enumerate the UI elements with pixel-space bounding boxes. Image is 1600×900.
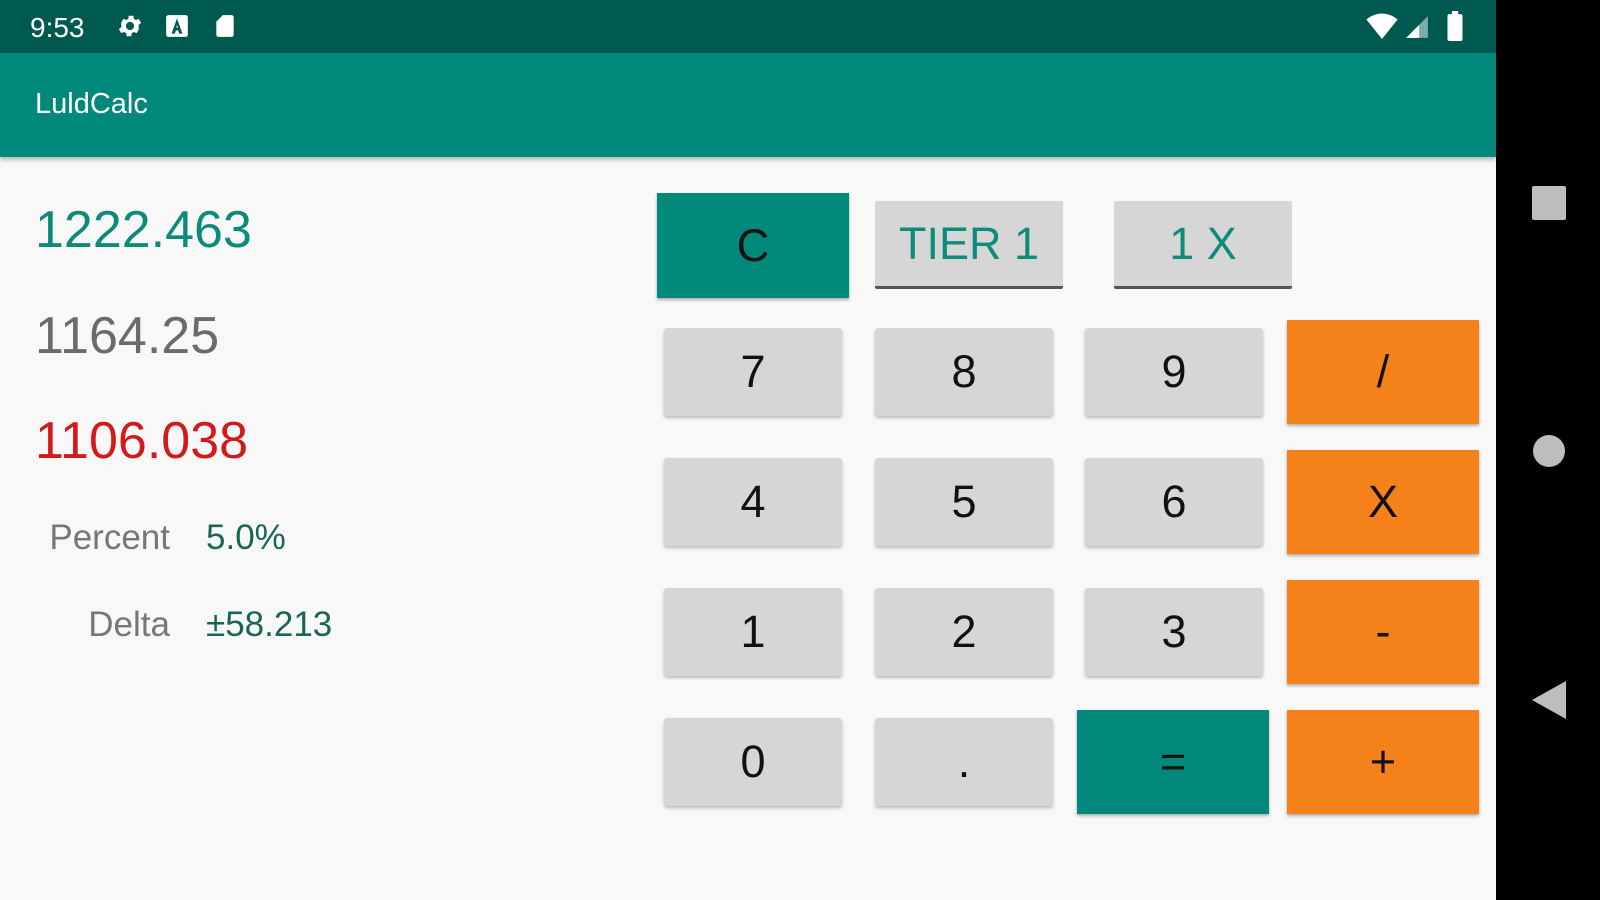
- gear-icon: [116, 12, 144, 45]
- a-badge-icon: [164, 12, 190, 45]
- decimal-point-button[interactable]: .: [875, 718, 1053, 806]
- key-6[interactable]: 6: [1085, 458, 1263, 546]
- key-0[interactable]: 0: [664, 718, 842, 806]
- battery-icon: [1446, 11, 1464, 46]
- status-bar: 9:53: [0, 0, 1496, 53]
- percent-value: 5.0%: [206, 518, 286, 557]
- tier-button[interactable]: TIER 1: [875, 201, 1063, 289]
- upper-bound-readout: 1222.463: [35, 201, 252, 259]
- percent-label: Percent: [49, 518, 170, 557]
- app-title: LuldCalc: [35, 88, 148, 120]
- app-screen: 9:53 LuldCalc 1222.463 1164.25 1106.038 …: [0, 0, 1496, 900]
- sd-card-icon: [212, 12, 238, 45]
- back-button-icon[interactable]: [1532, 681, 1566, 724]
- recents-button-icon[interactable]: [1531, 185, 1567, 226]
- delta-label: Delta: [88, 605, 170, 644]
- status-time: 9:53: [30, 12, 85, 43]
- lower-bound-readout: 1106.038: [35, 412, 249, 470]
- app-bar: LuldCalc: [0, 53, 1496, 157]
- value-readout: 1164.25: [35, 307, 220, 365]
- minus-button[interactable]: -: [1287, 580, 1479, 684]
- key-9[interactable]: 9: [1085, 328, 1263, 416]
- navigation-bar: [1496, 0, 1600, 900]
- multiplier-button[interactable]: 1 X: [1114, 201, 1292, 289]
- multiply-button[interactable]: X: [1287, 450, 1479, 554]
- key-4[interactable]: 4: [664, 458, 842, 546]
- equals-button[interactable]: =: [1077, 710, 1269, 814]
- key-7[interactable]: 7: [664, 328, 842, 416]
- key-2[interactable]: 2: [875, 588, 1053, 676]
- divide-button[interactable]: /: [1287, 320, 1479, 424]
- cell-signal-icon: [1403, 14, 1431, 45]
- key-1[interactable]: 1: [664, 588, 842, 676]
- key-3[interactable]: 3: [1085, 588, 1263, 676]
- key-8[interactable]: 8: [875, 328, 1053, 416]
- home-button-icon[interactable]: [1532, 434, 1566, 473]
- key-5[interactable]: 5: [875, 458, 1053, 546]
- plus-button[interactable]: +: [1287, 710, 1479, 814]
- delta-value: ±58.213: [206, 605, 333, 644]
- wifi-icon: [1366, 13, 1398, 44]
- clear-button[interactable]: C: [657, 193, 849, 298]
